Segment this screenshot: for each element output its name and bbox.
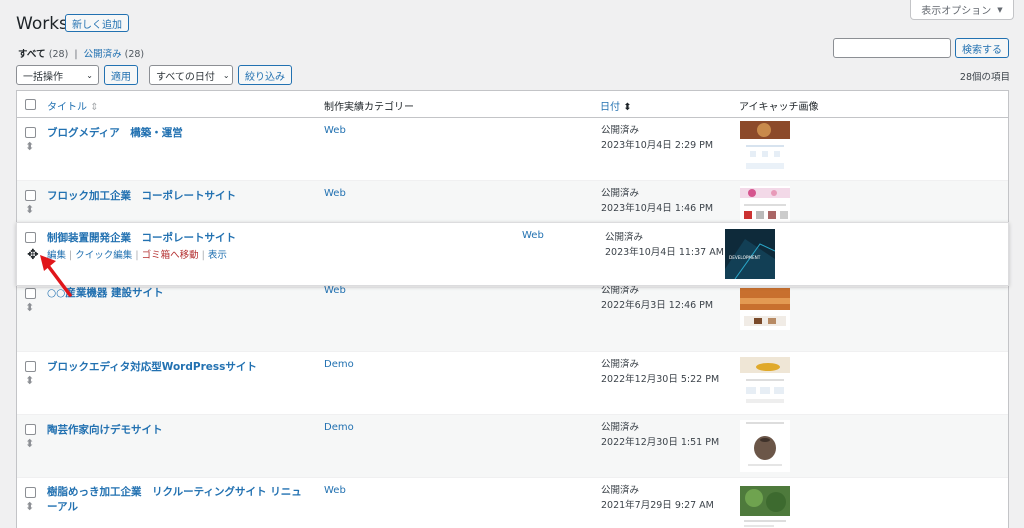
search-box: 検索する (833, 38, 1009, 58)
row-date: 公開済み 2023年10月4日 11:37 AM (605, 232, 724, 258)
row-title[interactable]: 樹脂めっき加工企業 リクルーティングサイト リニューアル (47, 485, 307, 515)
filter-all[interactable]: すべて (28) (18, 49, 68, 60)
reorder-icon[interactable]: ⬍ (25, 438, 34, 449)
reorder-icon[interactable]: ⬍ (25, 141, 34, 152)
thumbnail-image[interactable] (740, 288, 790, 330)
row-category[interactable]: Web (324, 285, 346, 296)
thumbnail-image[interactable]: DEVELOPMENT (725, 229, 775, 279)
search-input[interactable] (833, 38, 951, 58)
page-title: Works (16, 14, 68, 34)
view-link[interactable]: 表示 (208, 250, 227, 261)
filter-separator: | (74, 49, 78, 60)
row-title[interactable]: 制御装置開発企業 コーポレートサイト (47, 230, 236, 245)
annotation-arrow-icon (40, 255, 72, 297)
row-title[interactable]: ブロックエディタ対応型WordPressサイト (47, 359, 257, 374)
bulk-action-select[interactable]: 一括操作 ⌄ (16, 65, 99, 85)
thumbnail-overlay-text: DEVELOPMENT (729, 255, 761, 260)
filter-published[interactable]: 公開済み (28) (84, 49, 145, 60)
table-row: ⬍ フロック加工企業 コーポレートサイト Web 公開済み 2023年10月4日 … (17, 181, 1008, 224)
reorder-icon[interactable]: ⬍ (25, 302, 34, 313)
row-date: 公開済み 2023年10月4日 1:46 PM (601, 188, 714, 214)
column-category-header: 制作実績カテゴリー (324, 102, 414, 113)
row-date: 公開済み 2021年7月29日 9:27 AM (601, 485, 714, 511)
row-checkbox[interactable] (25, 190, 36, 201)
tablenav-top: 一括操作 ⌄ 適用 すべての日付 ⌄ 絞り込み (16, 65, 292, 85)
table-header: タイトル ⇕ 制作実績カテゴリー 日付 ⬍ アイキャッチ画像 (17, 91, 1008, 118)
row-checkbox[interactable] (25, 232, 36, 243)
screen-options-button[interactable]: 表示オプション ▼ (910, 0, 1014, 20)
screen-options-label: 表示オプション (921, 6, 992, 17)
column-title-header[interactable]: タイトル ⇕ (47, 98, 99, 113)
row-category[interactable]: Web (324, 125, 346, 136)
table-row: ⬍ 樹脂めっき加工企業 リクルーティングサイト リニューアル Web 公開済み 2… (17, 478, 1008, 528)
add-new-button[interactable]: 新しく追加 (65, 14, 129, 32)
row-checkbox[interactable] (25, 288, 36, 299)
apply-button[interactable]: 適用 (104, 65, 138, 85)
row-checkbox[interactable] (25, 424, 36, 435)
status-filters: すべて (28) | 公開済み (28) (18, 46, 144, 60)
filter-button[interactable]: 絞り込み (238, 65, 292, 85)
table-row: ⬍ ブロックエディタ対応型WordPressサイト Demo 公開済み 2022年… (17, 352, 1008, 415)
item-count: 28個の項目 (959, 72, 1010, 83)
chevron-down-icon: ⌄ (86, 70, 93, 80)
dragged-table-row[interactable]: ✥ 制御装置開発企業 コーポレートサイト 編集 | クイック編集 | ゴミ箱へ移… (16, 222, 1009, 286)
sort-icon: ⇕ (90, 102, 99, 113)
row-category[interactable]: Web (324, 188, 346, 199)
thumbnail-image[interactable] (740, 121, 790, 177)
sort-desc-icon: ⬍ (623, 102, 632, 113)
reorder-icon[interactable]: ⬍ (25, 204, 34, 215)
posts-table: タイトル ⇕ 制作実績カテゴリー 日付 ⬍ アイキャッチ画像 ⬍ ブログメディア… (16, 90, 1009, 528)
thumbnail-image[interactable] (740, 357, 790, 407)
row-date: 公開済み 2022年12月30日 1:51 PM (601, 422, 720, 448)
quick-edit-link[interactable]: クイック編集 (75, 250, 132, 261)
row-checkbox[interactable] (25, 127, 36, 138)
column-date-header[interactable]: 日付 ⬍ (600, 98, 632, 113)
row-checkbox[interactable] (25, 361, 36, 372)
reorder-icon[interactable]: ⬍ (25, 501, 34, 512)
move-icon[interactable]: ✥ (27, 247, 39, 263)
reorder-icon[interactable]: ⬍ (25, 375, 34, 386)
select-all-checkbox[interactable] (25, 99, 36, 110)
thumbnail-image[interactable] (740, 486, 790, 528)
row-title[interactable]: フロック加工企業 コーポレートサイト (47, 188, 236, 203)
row-title[interactable]: ブログメディア 構築・運営 (47, 125, 183, 140)
table-row: ⬍ ○○産業機器 建設サイト Web 公開済み 2022年6月3日 12:46 P… (17, 285, 1008, 352)
column-thumbnail-header: アイキャッチ画像 (739, 102, 819, 113)
trash-link[interactable]: ゴミ箱へ移動 (142, 250, 199, 261)
row-category[interactable]: Web (522, 230, 544, 241)
row-category[interactable]: Demo (324, 359, 354, 370)
search-button[interactable]: 検索する (955, 38, 1009, 58)
chevron-down-icon: ⌄ (222, 70, 230, 80)
row-date: 公開済み 2022年6月3日 12:46 PM (601, 285, 714, 311)
table-row: ⬍ ブログメディア 構築・運営 Web 公開済み 2023年10月4日 2:29 … (17, 118, 1008, 181)
table-row: ⬍ 陶芸作家向けデモサイト Demo 公開済み 2022年12月30日 1:51 … (17, 415, 1008, 478)
chevron-down-icon: ▼ (997, 5, 1003, 14)
row-category[interactable]: Demo (324, 422, 354, 433)
thumbnail-image[interactable] (740, 420, 790, 472)
row-date: 公開済み 2022年12月30日 5:22 PM (601, 359, 720, 385)
row-checkbox[interactable] (25, 487, 36, 498)
row-category[interactable]: Web (324, 485, 346, 496)
thumbnail-image[interactable] (740, 186, 790, 222)
row-title[interactable]: 陶芸作家向けデモサイト (47, 422, 163, 437)
row-date: 公開済み 2023年10月4日 2:29 PM (601, 125, 714, 151)
date-filter-select[interactable]: すべての日付 ⌄ (149, 65, 233, 85)
